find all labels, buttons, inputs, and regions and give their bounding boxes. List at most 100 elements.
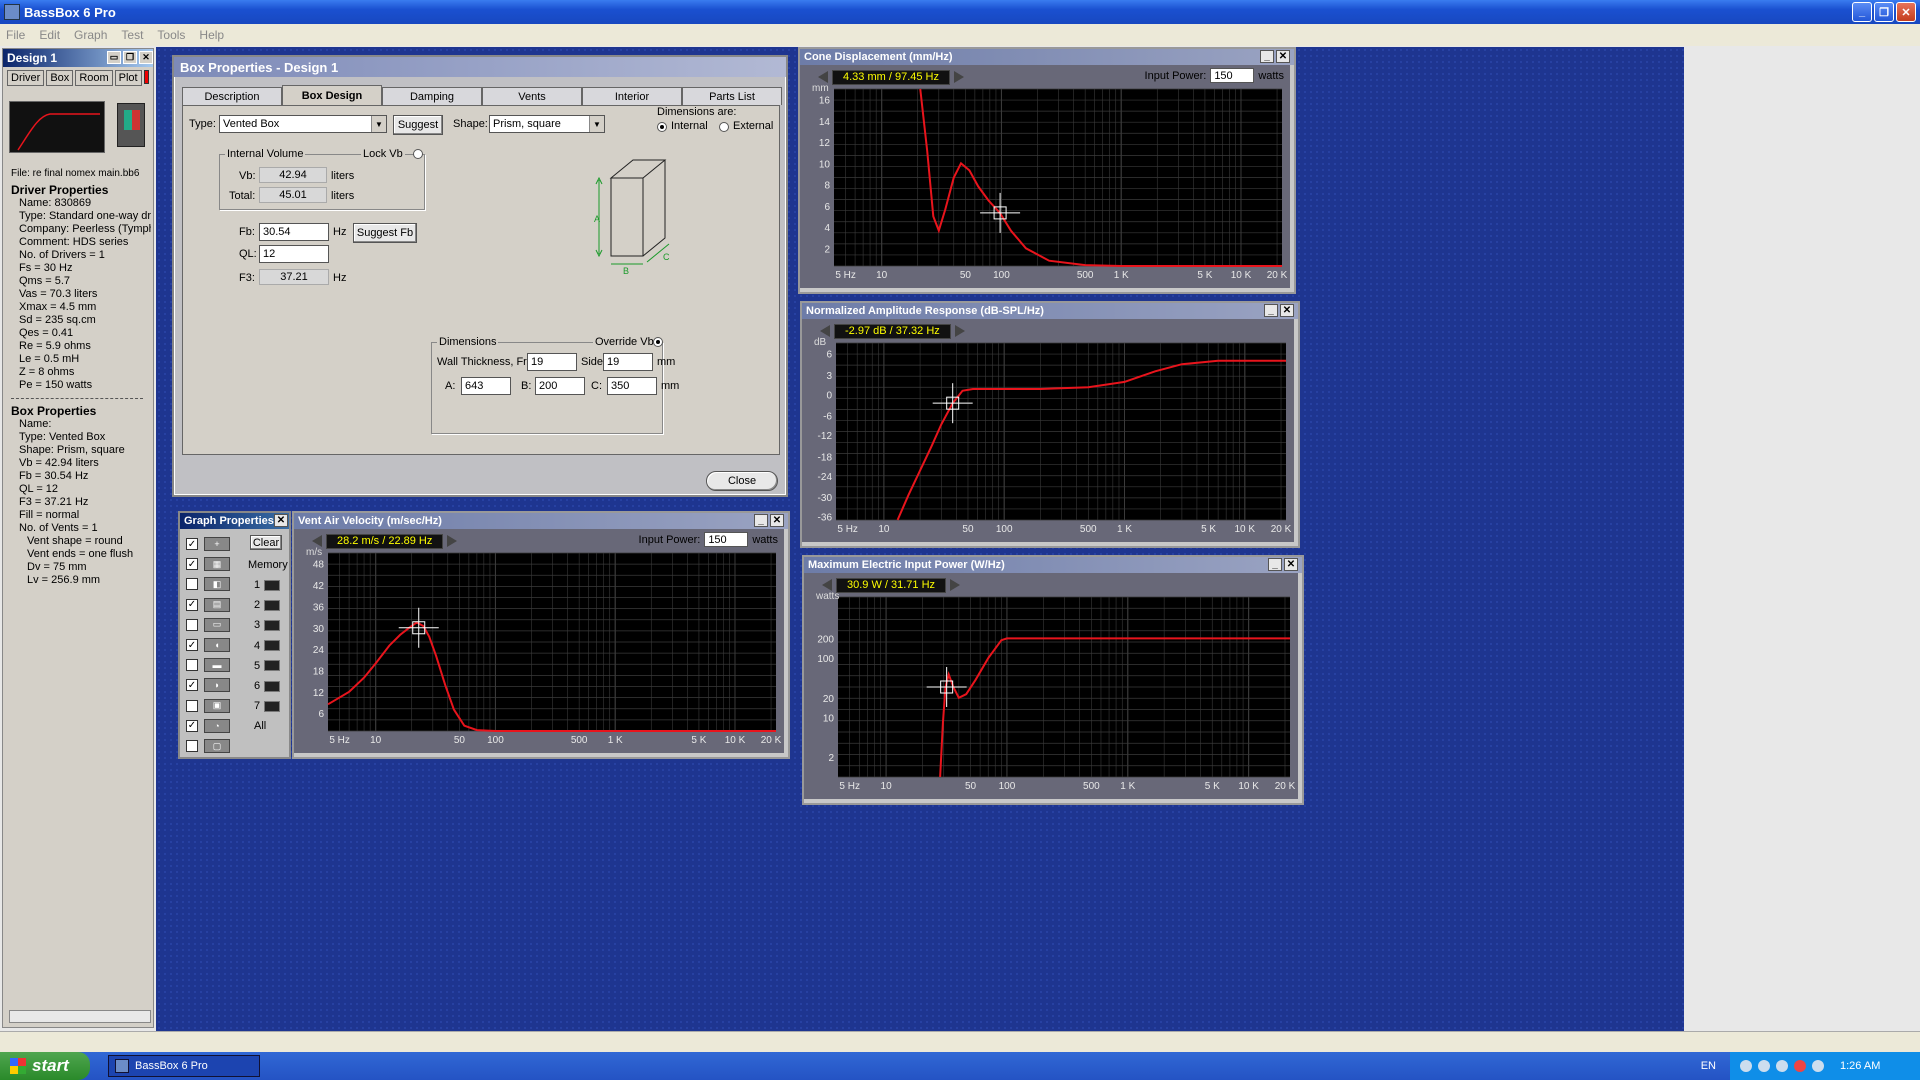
tab-description[interactable]: Description xyxy=(182,87,282,105)
tray-icon[interactable] xyxy=(1758,1060,1770,1072)
input-power-field[interactable]: 150 xyxy=(1210,68,1255,83)
tab-driver[interactable]: Driver xyxy=(7,70,45,86)
tray-icon[interactable] xyxy=(1794,1060,1806,1072)
cursor-right-icon[interactable] xyxy=(950,579,961,591)
graph-type-icon[interactable]: ◔ xyxy=(204,718,230,733)
minimize-icon[interactable]: _ xyxy=(1264,304,1278,317)
tab-interior[interactable]: Interior xyxy=(582,87,682,105)
graph-type-icon[interactable]: ▭ xyxy=(204,617,230,632)
minimize-icon[interactable]: _ xyxy=(1268,558,1282,571)
cursor-crosshair-icon[interactable] xyxy=(932,383,973,424)
graph-type-icon[interactable]: ▢ xyxy=(204,739,230,753)
memory-slot[interactable]: 3 xyxy=(254,619,281,631)
cursor-left-icon[interactable] xyxy=(822,579,832,591)
tab-box-design[interactable]: Box Design xyxy=(282,85,382,105)
graph-type-icon[interactable]: ▤ xyxy=(204,597,230,612)
graph-option-checkbox[interactable] xyxy=(186,578,198,591)
menu-test[interactable]: Test xyxy=(121,28,143,42)
minimize-button[interactable]: _ xyxy=(1852,2,1872,22)
close-icon[interactable]: ✕ xyxy=(1284,558,1298,571)
graph-type-icon[interactable]: + xyxy=(204,537,230,551)
graph-option-checkbox[interactable]: ✓ xyxy=(186,679,198,692)
cursor-crosshair-icon[interactable] xyxy=(926,667,967,707)
graph-option-checkbox[interactable]: ✓ xyxy=(186,598,198,611)
suggest-fb-button[interactable]: Suggest Fb xyxy=(353,223,417,243)
plot-color-swatch[interactable] xyxy=(143,70,149,84)
design-min-button[interactable]: ▭ xyxy=(107,51,121,64)
clear-button[interactable]: Clear xyxy=(250,535,282,550)
graph-option-checkbox[interactable]: ✓ xyxy=(186,538,198,550)
graph-type-icon[interactable]: ▣ xyxy=(204,698,230,713)
graph-option-checkbox[interactable] xyxy=(186,618,198,631)
close-button[interactable]: ✕ xyxy=(1896,2,1916,22)
tab-box[interactable]: Box xyxy=(46,70,74,86)
memory-slot[interactable]: 2 xyxy=(254,599,281,611)
memory-slot[interactable]: 7 xyxy=(254,700,281,712)
cursor-left-icon[interactable] xyxy=(312,535,322,547)
cursor-crosshair-icon[interactable] xyxy=(398,607,439,648)
design-restore-button[interactable]: ❐ xyxy=(123,51,137,64)
tab-vents[interactable]: Vents xyxy=(482,87,582,105)
graph-type-icon[interactable]: ▦ xyxy=(204,557,230,572)
side-input[interactable]: 19 xyxy=(603,353,653,371)
tray-icon[interactable] xyxy=(1776,1060,1788,1072)
suggest-button[interactable]: Suggest xyxy=(393,115,443,135)
design-close-button[interactable]: ✕ xyxy=(139,51,153,64)
taskbar-item-bassbox[interactable]: BassBox 6 Pro xyxy=(108,1055,260,1077)
tab-damping[interactable]: Damping xyxy=(382,87,482,105)
graph-option-checkbox[interactable] xyxy=(186,699,198,712)
graph-type-icon[interactable]: ◖ xyxy=(204,638,230,652)
memory-slot[interactable]: 4 xyxy=(254,640,281,652)
memory-slot[interactable]: 5 xyxy=(254,660,281,672)
close-icon[interactable]: ✕ xyxy=(770,514,784,527)
menu-help[interactable]: Help xyxy=(199,28,224,42)
menu-tools[interactable]: Tools xyxy=(157,28,185,42)
graph-type-icon[interactable]: ◧ xyxy=(204,577,230,592)
graph-type-icon[interactable]: ◗ xyxy=(204,678,230,693)
fb-input[interactable]: 30.54 xyxy=(259,223,329,241)
menu-file[interactable]: File xyxy=(6,28,25,42)
input-power-field[interactable]: 150 xyxy=(704,532,749,547)
close-icon[interactable]: ✕ xyxy=(274,514,288,527)
cursor-right-icon[interactable] xyxy=(954,71,964,83)
graph-option-checkbox[interactable]: ✓ xyxy=(186,719,198,732)
memory-slot[interactable]: 1 xyxy=(254,579,281,591)
c-input[interactable]: 350 xyxy=(607,377,657,395)
tab-parts-list[interactable]: Parts List xyxy=(682,87,782,105)
lock-vb-radio[interactable] xyxy=(413,149,423,159)
minimize-icon[interactable]: _ xyxy=(754,514,768,527)
graph-option-checkbox[interactable]: ✓ xyxy=(186,558,198,571)
graph-option-checkbox[interactable] xyxy=(186,659,198,672)
close-dialog-button[interactable]: Close xyxy=(706,471,778,491)
graph-option-checkbox[interactable] xyxy=(186,740,198,752)
horizontal-scrollbar[interactable] xyxy=(9,1010,151,1023)
b-input[interactable]: 200 xyxy=(535,377,585,395)
restore-button[interactable]: ❐ xyxy=(1874,2,1894,22)
override-vb-radio[interactable] xyxy=(653,337,663,347)
memory-slot[interactable]: 6 xyxy=(254,680,281,692)
graph-option-checkbox[interactable]: ✓ xyxy=(186,639,198,651)
tray-icon[interactable] xyxy=(1740,1060,1752,1072)
type-select[interactable]: Vented Box ▼ xyxy=(219,115,387,133)
minimize-icon[interactable]: _ xyxy=(1260,50,1274,63)
cursor-crosshair-icon[interactable] xyxy=(980,192,1021,233)
tray-icon[interactable] xyxy=(1812,1060,1824,1072)
menu-edit[interactable]: Edit xyxy=(39,28,60,42)
shape-select[interactable]: Prism, square ▼ xyxy=(489,115,605,133)
cursor-left-icon[interactable] xyxy=(818,71,828,83)
tab-plot[interactable]: Plot xyxy=(114,70,142,86)
external-radio[interactable] xyxy=(719,122,729,132)
start-button[interactable]: start xyxy=(0,1052,90,1080)
a-input[interactable]: 643 xyxy=(461,377,511,395)
cursor-left-icon[interactable] xyxy=(820,325,830,337)
internal-radio[interactable] xyxy=(657,122,667,132)
memory-slot[interactable]: All xyxy=(254,720,266,732)
cursor-right-icon[interactable] xyxy=(954,325,965,337)
close-icon[interactable]: ✕ xyxy=(1280,304,1294,317)
close-icon[interactable]: ✕ xyxy=(1276,50,1290,63)
cursor-right-icon[interactable] xyxy=(447,535,458,547)
language-indicator[interactable]: EN xyxy=(1701,1060,1716,1072)
graph-type-icon[interactable]: ▬ xyxy=(204,658,230,673)
front-input[interactable]: 19 xyxy=(527,353,577,371)
menu-graph[interactable]: Graph xyxy=(74,28,107,42)
